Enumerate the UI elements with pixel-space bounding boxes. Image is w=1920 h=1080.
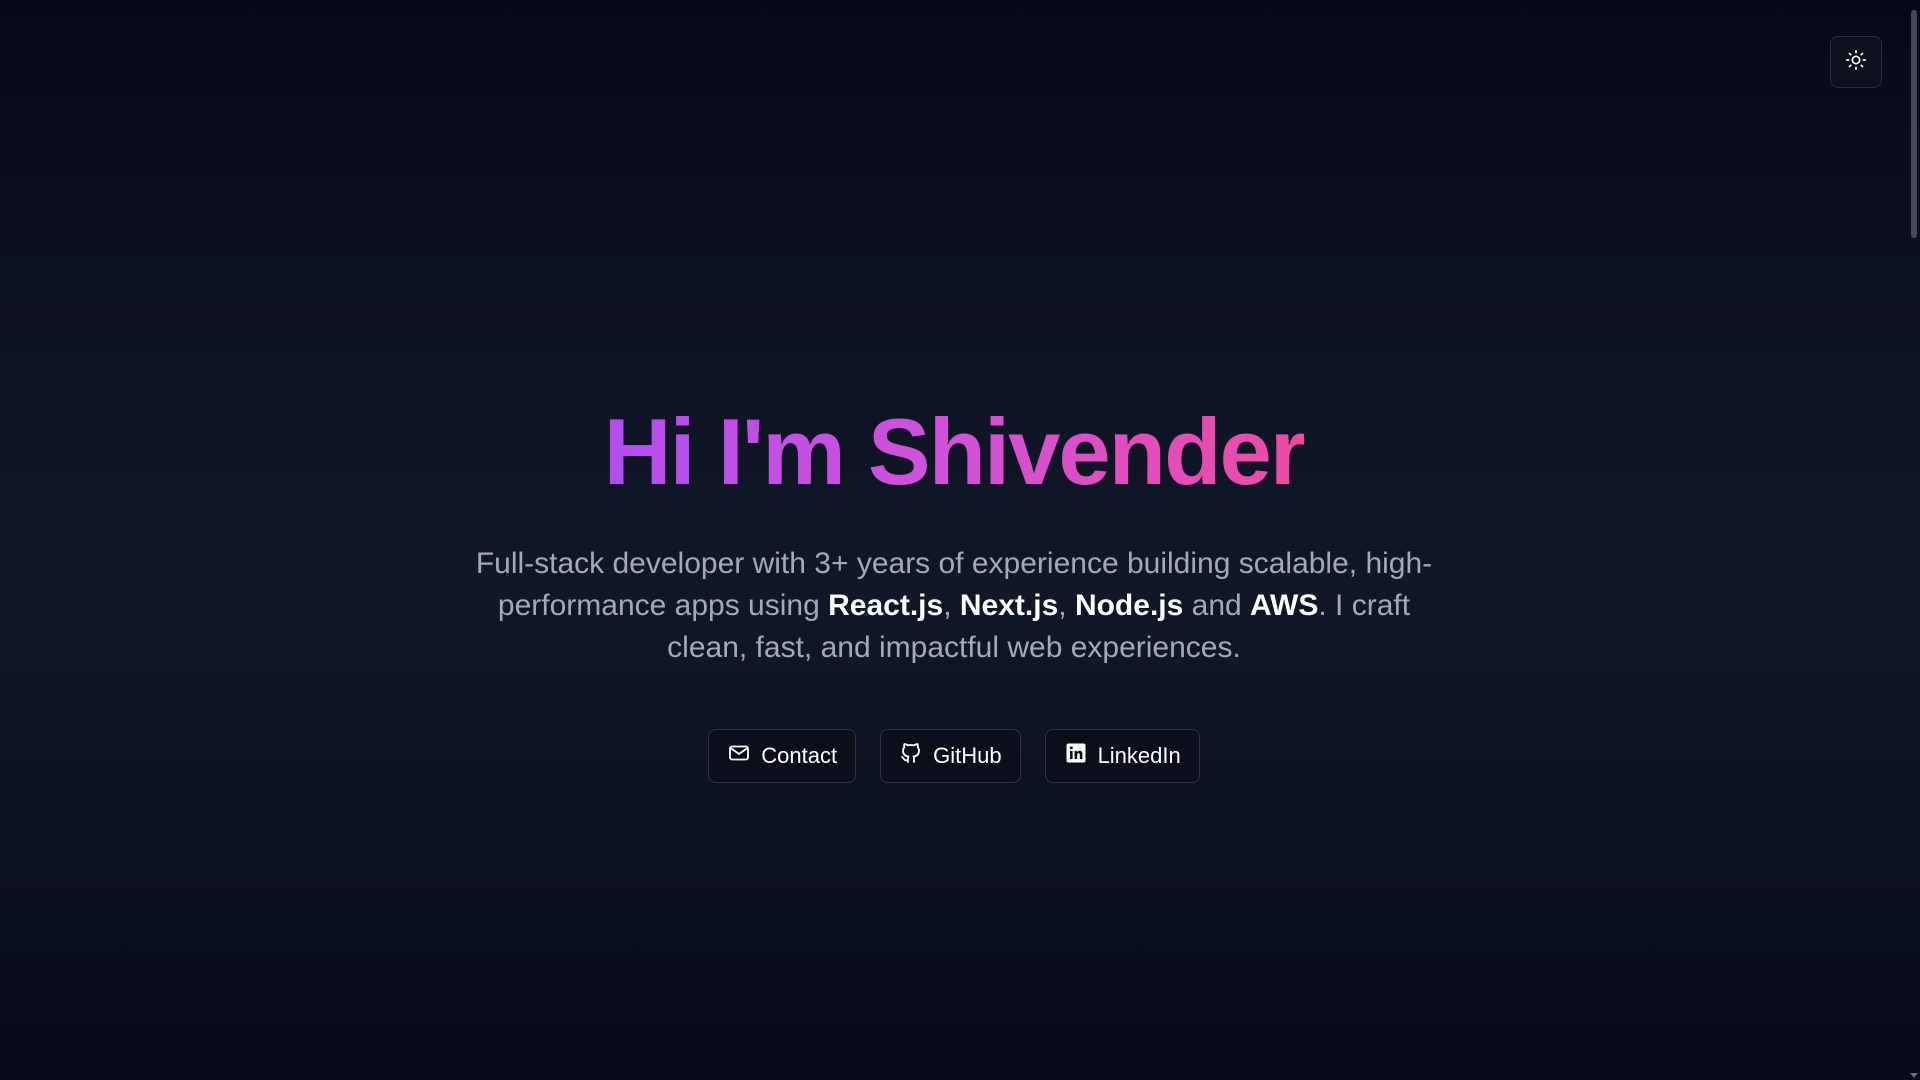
linkedin-icon (1064, 741, 1088, 771)
description-separator: and (1183, 589, 1251, 623)
github-button[interactable]: GitHub (880, 729, 1021, 784)
scroll-down-arrow-icon[interactable] (1910, 1073, 1918, 1078)
scrollbar[interactable] (1908, 0, 1920, 1080)
scrollbar-thumb[interactable] (1911, 10, 1917, 238)
mail-icon (727, 741, 751, 771)
action-buttons: Contact GitHub LinkedIn (708, 729, 1200, 784)
contact-button[interactable]: Contact (708, 729, 857, 784)
github-button-label: GitHub (933, 743, 1002, 769)
theme-toggle-button[interactable] (1830, 36, 1882, 88)
linkedin-button-label: LinkedIn (1097, 743, 1181, 769)
hero-title: Hi I'm Shivender (603, 399, 1307, 504)
tech-next: Next.js (959, 589, 1059, 623)
tech-react: React.js (828, 589, 944, 623)
hero-description: Full-stack developer with 3+ years of ex… (464, 543, 1444, 669)
github-icon (899, 741, 923, 771)
tech-aws: AWS (1250, 589, 1319, 623)
tech-node: Node.js (1074, 589, 1184, 623)
description-separator: , (1058, 589, 1075, 623)
sun-icon (1845, 49, 1867, 76)
hero-section: Hi I'm Shivender Full-stack developer wi… (0, 399, 1908, 784)
linkedin-button[interactable]: LinkedIn (1044, 729, 1200, 784)
description-separator: , (943, 589, 960, 623)
contact-button-label: Contact (761, 743, 838, 769)
